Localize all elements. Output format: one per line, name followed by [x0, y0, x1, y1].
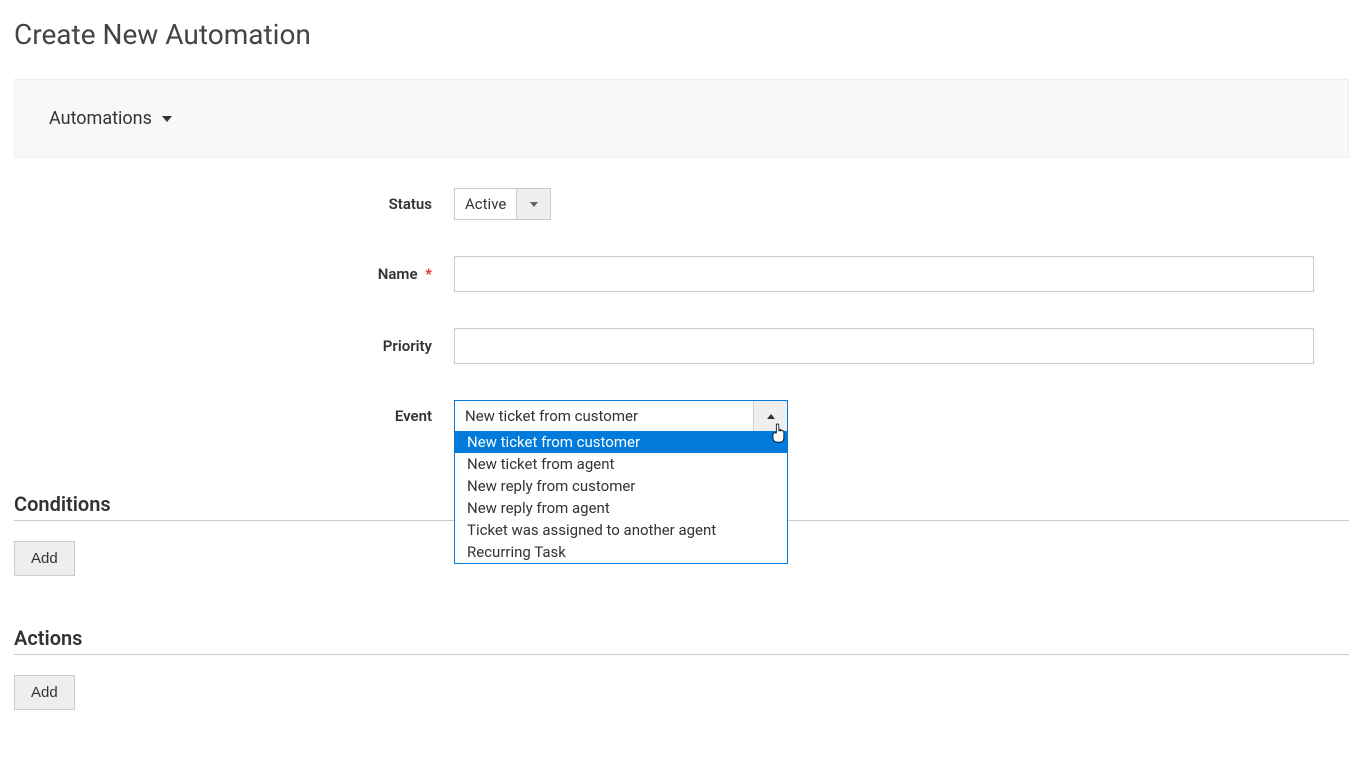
required-marker: * — [425, 265, 432, 283]
caret-down-icon — [162, 116, 172, 122]
event-option-0[interactable]: New ticket from customer — [455, 431, 787, 453]
event-value: New ticket from customer — [455, 401, 753, 431]
priority-input[interactable] — [454, 328, 1314, 364]
event-option-1[interactable]: New ticket from agent — [455, 453, 787, 475]
event-label: Event — [14, 407, 454, 425]
priority-row: Priority — [14, 328, 1349, 364]
event-select[interactable]: New ticket from customer New ticket from… — [454, 400, 788, 432]
breadcrumb-label: Automations — [49, 108, 152, 129]
status-select[interactable]: Active — [454, 188, 551, 220]
breadcrumb-bar: Automations — [14, 79, 1349, 158]
triangle-down-icon — [530, 202, 538, 207]
name-row: Name * — [14, 256, 1349, 292]
event-dropdown-list: New ticket from customer New ticket from… — [454, 431, 788, 564]
actions-header: Actions — [14, 626, 1349, 655]
page-title: Create New Automation — [14, 18, 1349, 51]
name-label-wrap: Name * — [14, 265, 454, 283]
status-label: Status — [14, 195, 454, 213]
name-label: Name — [378, 265, 418, 283]
add-condition-button[interactable]: Add — [14, 541, 75, 576]
status-row: Status Active — [14, 188, 1349, 220]
event-row: Event New ticket from customer New ticke… — [14, 400, 1349, 432]
event-option-3[interactable]: New reply from agent — [455, 497, 787, 519]
breadcrumb-automations[interactable]: Automations — [49, 108, 172, 129]
triangle-up-icon — [767, 414, 775, 419]
add-action-button[interactable]: Add — [14, 675, 75, 710]
status-dropdown-button[interactable] — [516, 189, 550, 219]
name-input[interactable] — [454, 256, 1314, 292]
event-option-4[interactable]: Ticket was assigned to another agent — [455, 519, 787, 541]
priority-label: Priority — [14, 337, 454, 355]
event-option-5[interactable]: Recurring Task — [455, 541, 787, 563]
event-dropdown-button[interactable] — [753, 401, 787, 431]
status-value: Active — [455, 189, 516, 219]
event-option-2[interactable]: New reply from customer — [455, 475, 787, 497]
